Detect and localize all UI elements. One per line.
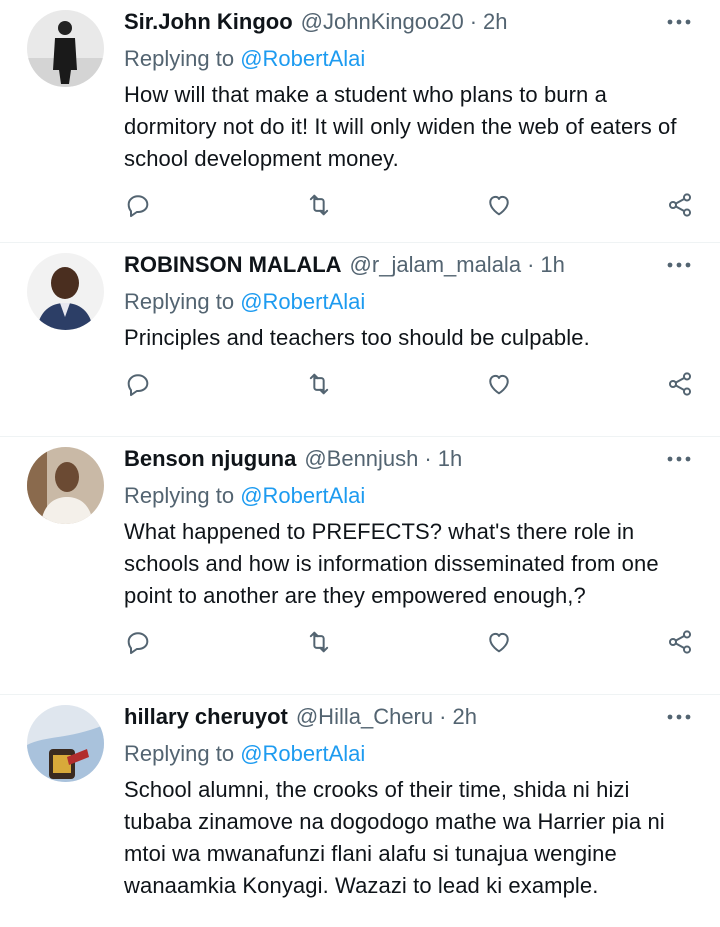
tweet[interactable]: hillary cheruyot @Hilla_Cheru · 2h Reply… bbox=[0, 695, 720, 927]
reply-mention-link[interactable]: @RobertAlai bbox=[240, 483, 365, 508]
author-handle[interactable]: @Hilla_Cheru bbox=[296, 704, 433, 730]
timestamp[interactable]: 2h bbox=[483, 9, 507, 35]
more-horizontal-icon[interactable] bbox=[664, 707, 694, 727]
replying-to-label: Replying to bbox=[124, 741, 235, 766]
avatar[interactable] bbox=[27, 10, 104, 87]
author-name[interactable]: ROBINSON MALALA bbox=[124, 252, 342, 278]
author-handle[interactable]: @r_jalam_malala bbox=[350, 252, 522, 278]
tweet-text: Principles and teachers too should be cu… bbox=[124, 325, 590, 350]
reply-bubble-icon[interactable] bbox=[124, 370, 154, 400]
author-name[interactable]: hillary cheruyot bbox=[124, 704, 288, 730]
replying-to-label: Replying to bbox=[124, 483, 235, 508]
share-icon[interactable] bbox=[666, 370, 696, 400]
tweet-text: School alumni, the crooks of their time,… bbox=[124, 777, 665, 898]
reply-mention-link[interactable]: @RobertAlai bbox=[240, 741, 365, 766]
avatar[interactable] bbox=[27, 253, 104, 330]
timestamp[interactable]: 1h bbox=[540, 252, 564, 278]
reply-mention-link[interactable]: @RobertAlai bbox=[240, 289, 365, 314]
replying-to: Replying to @RobertAlai bbox=[124, 482, 700, 510]
reply-bubble-icon[interactable] bbox=[124, 191, 154, 221]
action-bar bbox=[124, 191, 696, 239]
heart-icon[interactable] bbox=[485, 370, 515, 400]
separator-dot: · bbox=[527, 252, 535, 277]
replying-to: Replying to @RobertAlai bbox=[124, 288, 700, 316]
tweet[interactable]: Benson njuguna @Bennjush · 1h Replying t… bbox=[0, 437, 720, 695]
author-handle[interactable]: @JohnKingoo20 bbox=[301, 9, 464, 35]
author-handle[interactable]: @Bennjush bbox=[304, 446, 418, 472]
heart-icon[interactable] bbox=[485, 628, 515, 658]
replying-to-label: Replying to bbox=[124, 289, 235, 314]
avatar[interactable] bbox=[27, 447, 104, 524]
tweet-text: How will that make a student who plans t… bbox=[124, 82, 677, 171]
separator-dot: · bbox=[424, 446, 432, 471]
action-bar bbox=[124, 370, 696, 418]
avatar[interactable] bbox=[27, 705, 104, 782]
heart-icon[interactable] bbox=[485, 191, 515, 221]
timestamp[interactable]: 2h bbox=[452, 704, 476, 730]
reply-feed: Sir.John Kingoo @JohnKingoo20 · 2h Reply… bbox=[0, 0, 720, 927]
more-horizontal-icon[interactable] bbox=[664, 255, 694, 275]
replying-to: Replying to @RobertAlai bbox=[124, 740, 700, 768]
retweet-icon[interactable] bbox=[305, 370, 335, 400]
more-horizontal-icon[interactable] bbox=[664, 449, 694, 469]
tweet[interactable]: ROBINSON MALALA @r_jalam_malala · 1h Rep… bbox=[0, 243, 720, 437]
timestamp[interactable]: 1h bbox=[438, 446, 462, 472]
separator-dot: · bbox=[439, 704, 447, 729]
retweet-icon[interactable] bbox=[305, 628, 335, 658]
share-icon[interactable] bbox=[666, 191, 696, 221]
reply-bubble-icon[interactable] bbox=[124, 628, 154, 658]
separator-dot: · bbox=[469, 9, 478, 34]
replying-to-label: Replying to bbox=[124, 46, 235, 71]
replying-to: Replying to @RobertAlai bbox=[124, 45, 700, 73]
share-icon[interactable] bbox=[666, 628, 696, 658]
tweet-text: What happened to PREFECTS? what's there … bbox=[124, 519, 659, 608]
more-horizontal-icon[interactable] bbox=[664, 12, 694, 32]
action-bar bbox=[124, 628, 696, 676]
reply-mention-link[interactable]: @RobertAlai bbox=[240, 46, 365, 71]
tweet[interactable]: Sir.John Kingoo @JohnKingoo20 · 2h Reply… bbox=[0, 0, 720, 243]
author-name[interactable]: Benson njuguna bbox=[124, 446, 296, 472]
retweet-icon[interactable] bbox=[305, 191, 335, 221]
author-name[interactable]: Sir.John Kingoo bbox=[124, 9, 293, 35]
